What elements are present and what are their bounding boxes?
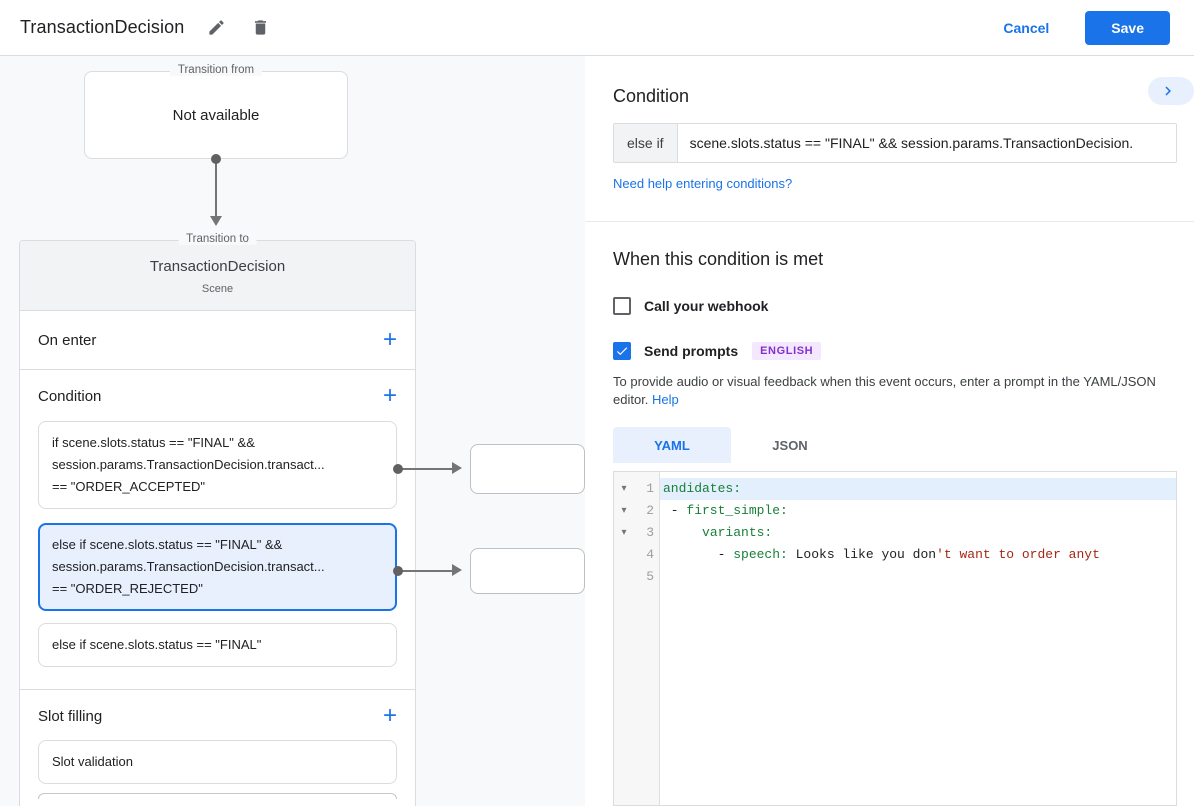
connector-dot (393, 464, 403, 474)
top-bar: TransactionDecision Cancel Save (0, 0, 1194, 56)
yaml-editor[interactable]: ▾ ▾ ▾ 1 2 3 4 5 andidates: - first_simpl… (613, 471, 1177, 806)
send-prompts-checkbox[interactable] (613, 342, 631, 360)
tab-yaml[interactable]: YAML (613, 427, 731, 463)
code-line: - speech: Looks like you don't want to o… (660, 544, 1176, 566)
collapse-panel-button[interactable] (1148, 77, 1194, 105)
else-if-prefix: else if (614, 124, 678, 162)
when-condition-title: When this condition is met (613, 249, 824, 269)
yaml-indent: - (663, 547, 734, 562)
call-webhook-label: Call your webhook (644, 298, 769, 314)
send-prompts-label: Send prompts (644, 343, 739, 359)
condition-panel-title: Condition (613, 86, 690, 106)
condition-section-label: Condition (38, 387, 102, 405)
condition-card-final[interactable]: else if scene.slots.status == "FINAL" (38, 623, 397, 667)
partial-card[interactable] (38, 793, 397, 799)
add-slot-button[interactable]: + (383, 704, 397, 728)
connector-line (215, 159, 217, 217)
condition-panel: Condition else if Need help entering con… (585, 56, 1194, 806)
yaml-key: first_simple: (686, 503, 788, 518)
line-number: 3 (646, 525, 654, 540)
transition-from-value: Not available (172, 106, 260, 124)
condition-help-link[interactable]: Need help entering conditions? (613, 176, 1177, 191)
prompt-description: To provide audio or visual feedback when… (613, 373, 1177, 409)
fold-column: ▾ ▾ ▾ (614, 478, 634, 805)
condition-card-order-accepted[interactable]: if scene.slots.status == "FINAL" && sess… (38, 421, 397, 509)
condition-expression-field: else if (613, 123, 1177, 163)
chevron-right-icon (1159, 82, 1177, 100)
scene-node: Transition to TransactionDecision Scene … (19, 233, 416, 806)
code-area[interactable]: andidates: - first_simple: variants: - s… (660, 472, 1176, 805)
tab-json[interactable]: JSON (731, 427, 849, 463)
line-number-column: 1 2 3 4 5 (634, 478, 659, 805)
condition-section: Condition + if scene.slots.status == "FI… (20, 370, 415, 690)
yaml-key: andidates: (663, 481, 742, 496)
scene-header[interactable]: TransactionDecision Scene (20, 241, 415, 311)
checkmark-icon (615, 344, 629, 358)
condition-card-order-rejected[interactable]: else if scene.slots.status == "FINAL" &&… (38, 523, 397, 611)
transition-target-box[interactable] (470, 444, 585, 494)
editor-gutter: ▾ ▾ ▾ 1 2 3 4 5 (614, 472, 660, 805)
code-line: variants: (660, 522, 1176, 544)
delete-scene-button[interactable] (248, 16, 272, 40)
connector-line (398, 570, 454, 572)
line-number: 5 (646, 569, 654, 584)
cancel-button[interactable]: Cancel (1003, 20, 1049, 36)
slot-validation-card[interactable]: Slot validation (38, 740, 397, 784)
connector-line (398, 468, 454, 470)
save-button[interactable]: Save (1085, 10, 1170, 45)
condition-expression-input[interactable] (677, 124, 1176, 162)
yaml-key: speech: (733, 547, 788, 562)
arrow-down-icon (210, 216, 222, 226)
add-on-enter-button[interactable]: + (383, 328, 397, 352)
arrow-right-icon (452, 462, 462, 474)
fold-arrow-icon[interactable]: ▾ (614, 522, 634, 544)
yaml-indent: - (663, 503, 687, 518)
transition-to-label: Transition to (178, 233, 257, 245)
line-number: 1 (646, 481, 654, 496)
language-badge: ENGLISH (752, 342, 822, 360)
connector-dot (211, 154, 221, 164)
add-condition-button[interactable]: + (383, 384, 397, 408)
on-enter-row: On enter + (20, 311, 415, 370)
edit-title-button[interactable] (204, 16, 228, 40)
editor-tabs: YAML JSON (613, 427, 1177, 463)
trash-icon (251, 18, 270, 37)
scene-type: Scene (201, 283, 234, 295)
yaml-indent (663, 525, 702, 540)
scene-name: TransactionDecision (149, 258, 286, 275)
yaml-key: variants: (702, 525, 773, 540)
connector-dot (393, 566, 403, 576)
yaml-string: 't want to order anyt (936, 547, 1100, 562)
webhook-row: Call your webhook (613, 297, 1177, 315)
divider (585, 221, 1194, 222)
prompt-help-link[interactable]: Help (652, 392, 679, 407)
transition-from-label: Transition from (169, 64, 263, 76)
fold-arrow-icon[interactable]: ▾ (614, 478, 634, 500)
slot-filling-label: Slot filling (38, 707, 103, 725)
on-enter-label: On enter (38, 331, 97, 349)
pencil-icon (207, 18, 226, 37)
code-line: andidates: (660, 478, 1176, 500)
line-number: 4 (646, 547, 654, 562)
send-prompts-row: Send prompts ENGLISH (613, 342, 1177, 360)
yaml-text: Looks like you don (787, 547, 937, 562)
prompt-description-text: To provide audio or visual feedback when… (613, 374, 1156, 407)
arrow-right-icon (452, 564, 462, 576)
transition-target-box[interactable] (470, 548, 585, 594)
transition-from-box[interactable]: Transition from Not available (84, 64, 348, 159)
slot-filling-section: Slot filling + Slot validation (20, 690, 415, 806)
page-title: TransactionDecision (20, 17, 185, 37)
code-line: - first_simple: (660, 500, 1176, 522)
line-number: 2 (646, 503, 654, 518)
call-webhook-checkbox[interactable] (613, 297, 631, 315)
scene-diagram: Transition from Not available Transition… (0, 56, 585, 806)
fold-arrow-icon[interactable]: ▾ (614, 500, 634, 522)
